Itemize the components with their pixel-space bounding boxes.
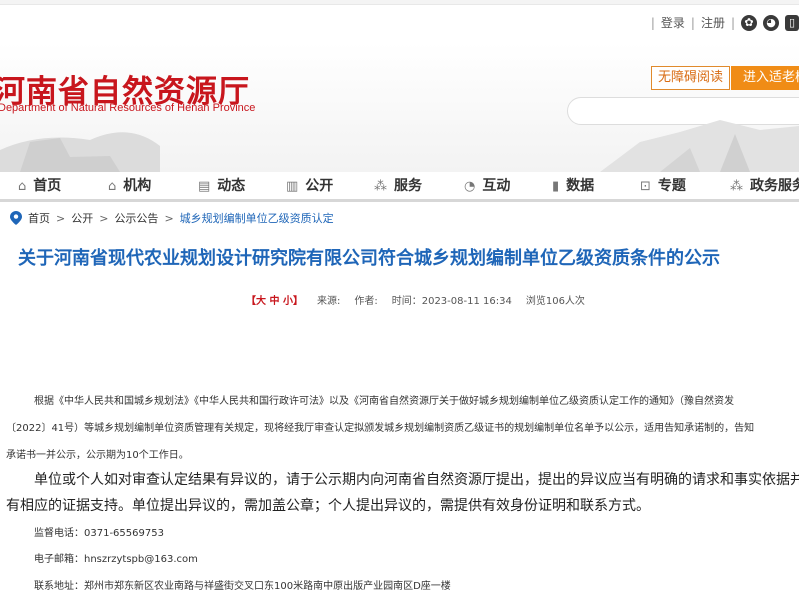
nav-item-gov-service[interactable]: ⁂政务服务 (730, 172, 799, 200)
nav-item-home[interactable]: ⌂ 首页 (18, 172, 61, 200)
login-link[interactable]: 登录 (661, 14, 685, 31)
nav-item-data[interactable]: ▮ 数据 (552, 172, 594, 200)
elder-mode-button[interactable]: 进入适老模式 (731, 66, 799, 90)
breadcrumb-open[interactable]: 公开 (71, 210, 93, 226)
chat-icon: ◔ (464, 179, 476, 194)
mobile-icon[interactable]: ▯ (785, 14, 799, 31)
site-header: 河南省自然资源厅 Department of Natural Resources… (0, 42, 799, 172)
apps-icon: ⁂ (730, 179, 743, 194)
font-size-switcher[interactable]: 【大 中 小】 (246, 292, 303, 307)
nav-item-open[interactable]: ▥ 公开 (286, 172, 333, 200)
nav-item-organization[interactable]: ⌂ 机构 (108, 172, 151, 200)
breadcrumb-home[interactable]: 首页 (28, 210, 50, 226)
article-source: 来源: (316, 296, 341, 307)
home-icon: ⌂ (18, 179, 27, 194)
nav-item-interaction[interactable]: ◔ 互动 (464, 172, 510, 200)
paragraph-2-line-1: 单位或个人如对审查认定结果有异议的，请于公示期内向河南省自然资源厅提出，提出的异… (34, 472, 799, 488)
folder-icon: ⊡ (640, 179, 651, 194)
grid-icon: ▥ (286, 179, 299, 194)
accessibility-button[interactable]: 无障碍阅读 (651, 66, 730, 90)
contact-address: 联系地址：郑州市郑东新区农业南路与祥盛街交叉口东100米路南中原出版产业园南区D… (34, 581, 451, 592)
chevron-right-icon: > (56, 211, 66, 225)
location-pin-icon (10, 211, 22, 225)
article-views: 浏览106人次 (525, 296, 585, 307)
paragraph-1-line-2: 〔2022〕41号）等城乡规划编制单位资质管理有关规定，现将经我厅审查认定拟颁发… (6, 423, 755, 434)
breadcrumb: 首页 > 公开 > 公示公告 > 城乡规划编制单位乙级资质认定 (10, 210, 334, 226)
wechat-icon[interactable]: ✿ (741, 14, 757, 31)
contact-email[interactable]: 电子邮箱：hnszrzytspb@163.com (34, 550, 198, 565)
main-nav: ⌂首页 ⌂机构 ▤动态 ▥公开 ⁂服务 ◔互动 ▮数据 ⊡专题 ⁂政务服务 (0, 172, 799, 202)
paragraph-1-line-3: 承诺书一并公示，公示期为10个工作日。 (6, 450, 189, 461)
article-title: 关于河南省现代农业规划设计研究院有限公司符合城乡规划编制单位乙级资质条件的公示 (18, 248, 720, 269)
browser-strip (0, 0, 799, 5)
building-icon: ⌂ (108, 179, 117, 194)
article-time: 时间：2023-08-11 16:34 (391, 296, 512, 307)
register-link[interactable]: 注册 (701, 14, 725, 31)
breadcrumb-notice[interactable]: 公示公告 (114, 210, 158, 226)
paragraph-1-line-1: 根据《中华人民共和国城乡规划法》《中华人民共和国行政许可法》以及《河南省自然资源… (34, 396, 734, 407)
apps-icon: ⁂ (374, 179, 387, 194)
article-meta: 【大 中 小】 来源: 作者: 时间：2023-08-11 16:34 浏览10… (246, 292, 585, 307)
weibo-icon[interactable]: ◕ (763, 14, 779, 31)
breadcrumb-current[interactable]: 城乡规划编制单位乙级资质认定 (180, 210, 334, 226)
article-author: 作者: (354, 296, 378, 307)
chevron-right-icon: > (164, 211, 174, 225)
document-icon: ▤ (198, 179, 211, 194)
bar-chart-icon: ▮ (552, 179, 560, 194)
nav-item-news[interactable]: ▤ 动态 (198, 172, 245, 200)
top-bar: | 登录 | 注册 | ✿ ◕ ▯ (0, 0, 799, 42)
contact-phone: 监督电话：0371-65569753 (34, 528, 164, 539)
chevron-right-icon: > (99, 211, 109, 225)
paragraph-2-line-2: 有相应的证据支持。单位提出异议的，需加盖公章；个人提出异议的，需提供有效身份证明… (6, 498, 650, 514)
nav-item-topics[interactable]: ⊡ 专题 (640, 172, 686, 200)
top-links: | 登录 | 注册 | ✿ ◕ ▯ (651, 14, 799, 31)
skyline-decoration (0, 120, 799, 172)
nav-item-service[interactable]: ⁂ 服务 (374, 172, 422, 200)
